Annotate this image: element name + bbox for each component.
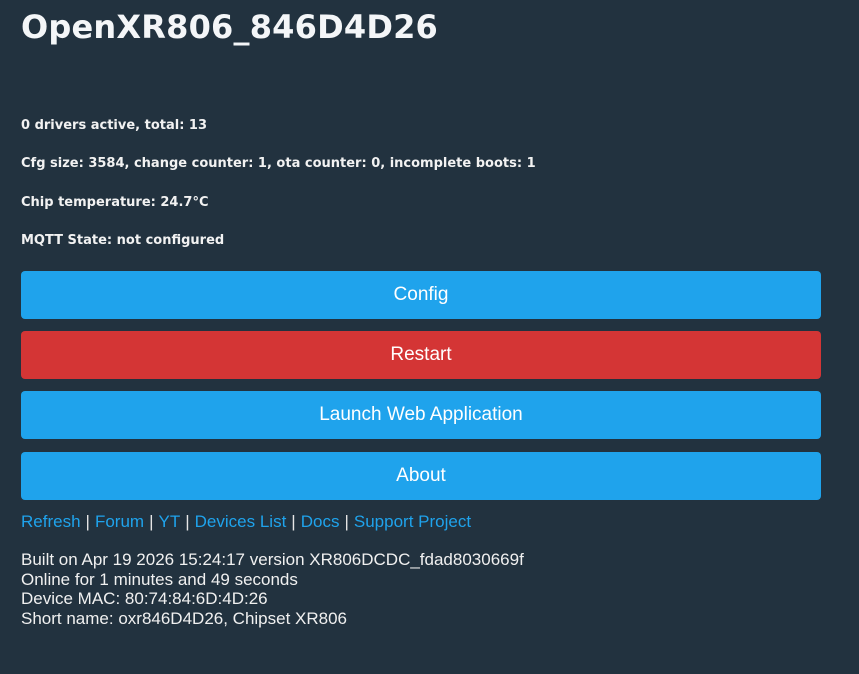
forum-link[interactable]: Forum: [95, 512, 144, 531]
link-separator: |: [291, 512, 296, 531]
devices-list-link[interactable]: Devices List: [195, 512, 287, 531]
mqtt-state: MQTT State: not configured: [21, 233, 225, 248]
device-mac: Device MAC: 80:74:84:6D:4D:26: [21, 589, 268, 608]
launch-web-app-button[interactable]: Launch Web Application: [21, 391, 821, 439]
about-button[interactable]: About: [21, 452, 821, 500]
config-button[interactable]: Config: [21, 271, 821, 319]
yt-link[interactable]: YT: [159, 512, 181, 531]
chip-temperature: Chip temperature: 24.7°C: [21, 195, 209, 210]
build-info: Built on Apr 19 2026 15:24:17 version XR…: [21, 550, 524, 569]
page-title: OpenXR806_846D4D26: [21, 8, 439, 46]
page: OpenXR806_846D4D26 0 drivers active, tot…: [0, 0, 859, 674]
short-name-info: Short name: oxr846D4D26, Chipset XR806: [21, 608, 348, 628]
link-separator: |: [85, 512, 90, 531]
device-info: Built on Apr 19 2026 15:24:17 version XR…: [21, 550, 524, 628]
link-separator: |: [149, 512, 154, 531]
restart-button[interactable]: Restart: [21, 331, 821, 379]
drivers-status: 0 drivers active, total: 13: [21, 118, 208, 133]
cfg-status: Cfg size: 3584, change counter: 1, ota c…: [21, 156, 536, 171]
link-separator: |: [185, 512, 190, 531]
docs-link[interactable]: Docs: [301, 512, 340, 531]
footer-links: Refresh | Forum | YT | Devices List | Docs | Suppo…: [21, 512, 471, 532]
uptime-info: Online for 1 minutes and 49 seconds: [21, 569, 298, 589]
link-separator: |: [344, 512, 349, 531]
refresh-link[interactable]: Refresh: [21, 512, 81, 531]
support-project-link[interactable]: Support Project: [354, 512, 471, 531]
